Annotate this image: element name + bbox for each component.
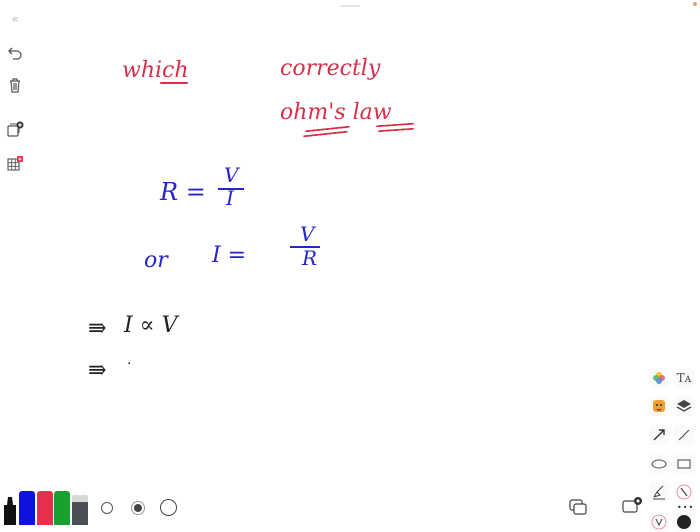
equation-r-lhs: R = xyxy=(160,178,206,206)
rectangle-tool[interactable] xyxy=(674,454,694,474)
rectangle-icon xyxy=(677,459,691,469)
selected-dot xyxy=(134,504,142,512)
note-text-correctly: correctly xyxy=(280,56,381,81)
delete-button[interactable] xyxy=(4,74,26,96)
more-tools-button[interactable]: ••• xyxy=(677,503,694,512)
equation-r-denominator: I xyxy=(226,186,234,210)
sticker-tool[interactable] xyxy=(649,396,669,416)
layers-icon xyxy=(676,400,692,412)
grid-icon xyxy=(7,156,23,171)
undo-icon xyxy=(8,47,22,60)
voice-tool[interactable] xyxy=(649,512,669,532)
marker-icon xyxy=(4,497,16,525)
equation-or: or xyxy=(144,248,168,273)
stroke-size-medium[interactable] xyxy=(131,501,145,515)
stroke-size-small[interactable] xyxy=(101,502,113,514)
pen-black[interactable] xyxy=(2,495,18,525)
text-tool[interactable]: Tᴀ xyxy=(674,368,694,388)
line-tool[interactable] xyxy=(674,425,694,445)
pen-green[interactable] xyxy=(54,491,70,525)
undo-button[interactable] xyxy=(4,42,26,64)
underline-which xyxy=(160,82,188,84)
line-icon xyxy=(678,429,690,441)
pages-icon xyxy=(569,499,587,515)
sticker-icon xyxy=(653,400,665,412)
screen-record-button[interactable] xyxy=(621,496,643,520)
implies-arrow-1: ⇛ xyxy=(88,316,107,341)
proportional-statement: I ∝ V xyxy=(124,313,178,338)
screen-record-icon xyxy=(622,497,642,513)
arrow-tool[interactable] xyxy=(649,425,669,445)
highlighter-tool[interactable] xyxy=(649,482,669,502)
equation-i-denominator: R xyxy=(302,246,318,270)
double-chevron-left-icon: « xyxy=(11,12,19,26)
add-page-icon xyxy=(7,121,24,137)
underline-law-2 xyxy=(377,127,415,133)
laser-pointer-icon xyxy=(676,484,692,500)
top-drag-handle[interactable] xyxy=(340,5,360,7)
stroke-size-large[interactable] xyxy=(160,499,177,516)
text-style-icon: Tᴀ xyxy=(676,371,692,385)
ellipse-icon xyxy=(651,459,667,469)
equation-i-numerator: V xyxy=(300,222,315,246)
equation-r-numerator: V xyxy=(224,163,239,187)
highlighter-icon xyxy=(653,485,665,500)
status-dot xyxy=(693,2,697,6)
ellipse-tool[interactable] xyxy=(649,454,669,474)
pen-blue[interactable] xyxy=(19,491,35,525)
incomplete-statement: · xyxy=(127,356,132,372)
layers-tool[interactable] xyxy=(674,396,694,416)
color-wheel-tool[interactable] xyxy=(649,368,669,388)
collapse-sidebar-button[interactable]: « xyxy=(4,8,26,30)
implies-arrow-2: ⇛ xyxy=(88,358,107,383)
grid-button[interactable] xyxy=(4,152,26,174)
laser-pointer-tool[interactable] xyxy=(674,482,694,502)
pages-button[interactable] xyxy=(568,498,588,520)
pen-gray[interactable] xyxy=(72,495,88,525)
note-text-ohms-law: ohm's law xyxy=(280,100,392,125)
trash-icon xyxy=(10,78,20,93)
pen-gray-cap xyxy=(72,495,88,502)
color-wheel-icon xyxy=(653,372,665,384)
fill-tool[interactable] xyxy=(674,512,694,532)
pen-red[interactable] xyxy=(37,491,53,525)
arrow-icon xyxy=(653,429,665,441)
note-text-which: which xyxy=(122,58,189,83)
add-page-button[interactable] xyxy=(4,118,26,140)
equation-i-lhs: I = xyxy=(212,243,247,268)
fill-circle-icon xyxy=(677,515,691,529)
voice-icon xyxy=(651,514,667,530)
